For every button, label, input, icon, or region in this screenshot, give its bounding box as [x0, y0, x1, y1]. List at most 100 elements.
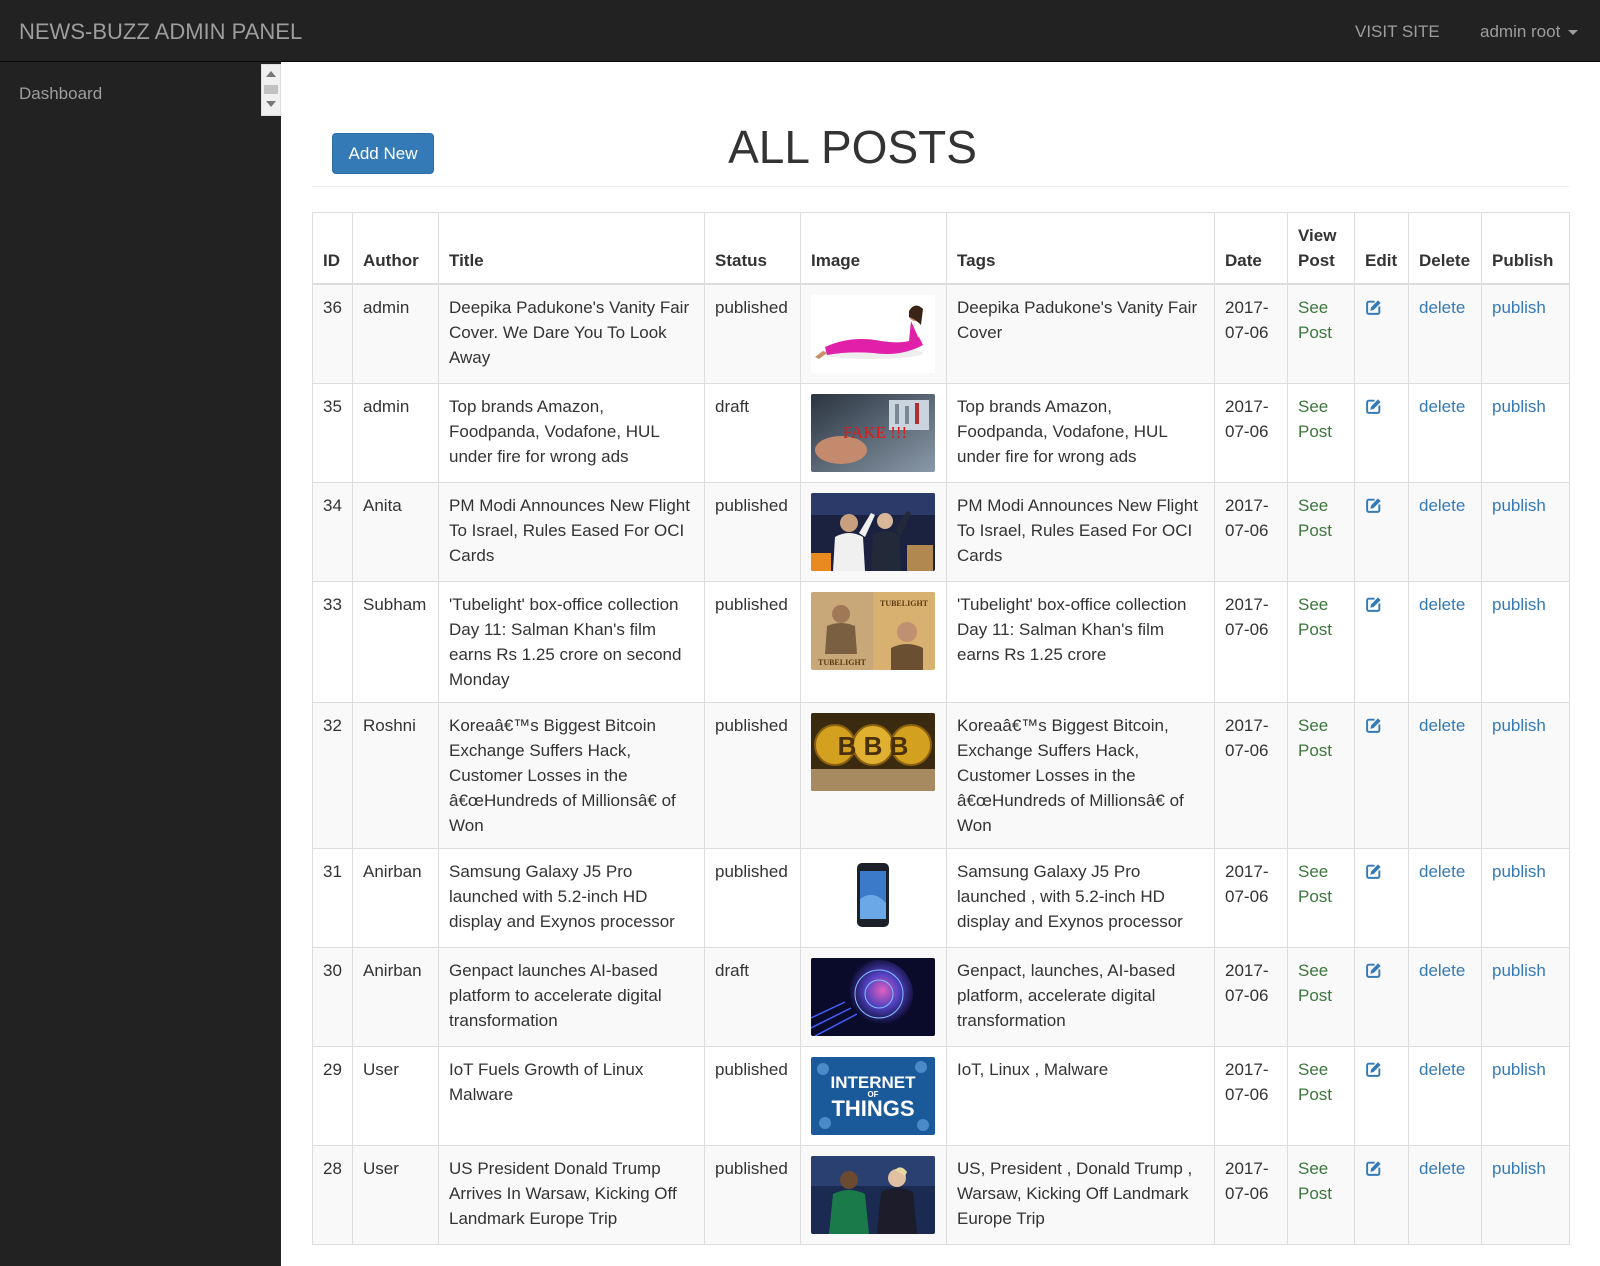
- cell-id: 34: [312, 482, 353, 582]
- cell-status: published: [704, 702, 801, 849]
- publish-link[interactable]: publish: [1492, 595, 1546, 614]
- post-thumbnail: [811, 859, 935, 937]
- sidebar-scrollbar[interactable]: [261, 64, 281, 116]
- post-thumbnail: [811, 295, 935, 373]
- header-author: Author: [352, 212, 439, 285]
- see-post-link[interactable]: See Post: [1298, 595, 1332, 639]
- sidebar-item-dashboard[interactable]: Dashboard: [19, 84, 102, 104]
- see-post-link[interactable]: See Post: [1298, 1159, 1332, 1203]
- edit-icon: [1365, 717, 1382, 734]
- cell-delete: delete: [1408, 283, 1482, 384]
- cell-delete: delete: [1408, 1046, 1482, 1146]
- see-post-link[interactable]: See Post: [1298, 298, 1332, 342]
- post-thumbnail: B B B: [811, 713, 935, 791]
- delete-link[interactable]: delete: [1419, 862, 1465, 881]
- delete-link[interactable]: delete: [1419, 298, 1465, 317]
- cell-status: draft: [704, 947, 801, 1047]
- cell-title: 'Tubelight' box-office collection Day 11…: [438, 581, 705, 703]
- publish-link[interactable]: publish: [1492, 716, 1546, 735]
- cell-date: 2017-07-06: [1214, 848, 1288, 948]
- cell-id: 33: [312, 581, 353, 703]
- cell-date: 2017-07-06: [1214, 581, 1288, 703]
- publish-link[interactable]: publish: [1492, 1060, 1546, 1079]
- delete-link[interactable]: delete: [1419, 961, 1465, 980]
- scrollbar-thumb[interactable]: [264, 85, 278, 94]
- publish-link[interactable]: publish: [1492, 298, 1546, 317]
- header-title: Title: [438, 212, 705, 285]
- cell-delete: delete: [1408, 848, 1482, 948]
- delete-link[interactable]: delete: [1419, 496, 1465, 515]
- cell-edit: [1354, 482, 1409, 582]
- cell-view-post: See Post: [1287, 848, 1355, 948]
- post-thumbnail: INTERNET OF THINGS: [811, 1057, 935, 1135]
- cell-id: 30: [312, 947, 353, 1047]
- table-row: 29 User IoT Fuels Growth of Linux Malwar…: [312, 1046, 1570, 1146]
- publish-link[interactable]: publish: [1492, 862, 1546, 881]
- header-tags: Tags: [946, 212, 1215, 285]
- cell-title: Deepika Padukone's Vanity Fair Cover. We…: [438, 283, 705, 384]
- cell-view-post: See Post: [1287, 581, 1355, 703]
- cell-publish: publish: [1481, 383, 1570, 483]
- delete-link[interactable]: delete: [1419, 397, 1465, 416]
- cell-publish: publish: [1481, 947, 1570, 1047]
- scroll-down-arrow-icon[interactable]: [266, 101, 276, 107]
- publish-link[interactable]: publish: [1492, 496, 1546, 515]
- edit-icon: [1365, 398, 1382, 415]
- title-divider: [312, 186, 1569, 187]
- cell-author: Anirban: [352, 947, 439, 1047]
- cell-delete: delete: [1408, 581, 1482, 703]
- table-row: 35 admin Top brands Amazon, Foodpanda, V…: [312, 383, 1570, 483]
- cell-edit: [1354, 283, 1409, 384]
- edit-button[interactable]: [1365, 964, 1382, 983]
- cell-edit: [1354, 702, 1409, 849]
- edit-button[interactable]: [1365, 865, 1382, 884]
- cell-edit: [1354, 1046, 1409, 1146]
- cell-view-post: See Post: [1287, 1145, 1355, 1245]
- cell-tags: Top brands Amazon, Foodpanda, Vodafone, …: [946, 383, 1215, 483]
- cell-title: Top brands Amazon, Foodpanda, Vodafone, …: [438, 383, 705, 483]
- scroll-up-arrow-icon[interactable]: [266, 71, 276, 77]
- edit-button[interactable]: [1365, 400, 1382, 419]
- edit-button[interactable]: [1365, 1063, 1382, 1082]
- see-post-link[interactable]: See Post: [1298, 496, 1332, 540]
- edit-button[interactable]: [1365, 301, 1382, 320]
- cell-date: 2017-07-06: [1214, 1046, 1288, 1146]
- cell-publish: publish: [1481, 283, 1570, 384]
- cell-delete: delete: [1408, 947, 1482, 1047]
- see-post-link[interactable]: See Post: [1298, 961, 1332, 1005]
- see-post-link[interactable]: See Post: [1298, 862, 1332, 906]
- see-post-link[interactable]: See Post: [1298, 1060, 1332, 1104]
- header-id: ID: [312, 212, 353, 285]
- edit-icon: [1365, 596, 1382, 613]
- cell-author: User: [352, 1145, 439, 1245]
- posts-table: ID Author Title Status Image Tags Date V…: [312, 212, 1570, 1245]
- publish-link[interactable]: publish: [1492, 1159, 1546, 1178]
- see-post-link[interactable]: See Post: [1298, 397, 1332, 441]
- cell-edit: [1354, 581, 1409, 703]
- cell-delete: delete: [1408, 383, 1482, 483]
- delete-link[interactable]: delete: [1419, 595, 1465, 614]
- cell-tags: IoT, Linux , Malware: [946, 1046, 1215, 1146]
- cell-image: INTERNET OF THINGS: [800, 1046, 947, 1146]
- edit-button[interactable]: [1365, 1162, 1382, 1181]
- edit-button[interactable]: [1365, 598, 1382, 617]
- add-new-button[interactable]: Add New: [332, 133, 434, 174]
- cell-author: Subham: [352, 581, 439, 703]
- edit-button[interactable]: [1365, 719, 1382, 738]
- publish-link[interactable]: publish: [1492, 961, 1546, 980]
- visit-site-link[interactable]: VISIT SITE: [1355, 22, 1440, 42]
- cell-tags: Genpact, launches, AI-based platform, ac…: [946, 947, 1215, 1047]
- delete-link[interactable]: delete: [1419, 716, 1465, 735]
- delete-link[interactable]: delete: [1419, 1159, 1465, 1178]
- delete-link[interactable]: delete: [1419, 1060, 1465, 1079]
- cell-publish: publish: [1481, 581, 1570, 703]
- user-name: admin root: [1480, 22, 1561, 41]
- cell-date: 2017-07-06: [1214, 283, 1288, 384]
- see-post-link[interactable]: See Post: [1298, 716, 1332, 760]
- brand-link[interactable]: NEWS-BUZZ ADMIN PANEL: [19, 19, 302, 45]
- table-row: 31 Anirban Samsung Galaxy J5 Pro launche…: [312, 848, 1570, 948]
- edit-button[interactable]: [1365, 499, 1382, 518]
- cell-image: [800, 848, 947, 948]
- publish-link[interactable]: publish: [1492, 397, 1546, 416]
- user-menu-toggle[interactable]: admin root: [1480, 22, 1579, 42]
